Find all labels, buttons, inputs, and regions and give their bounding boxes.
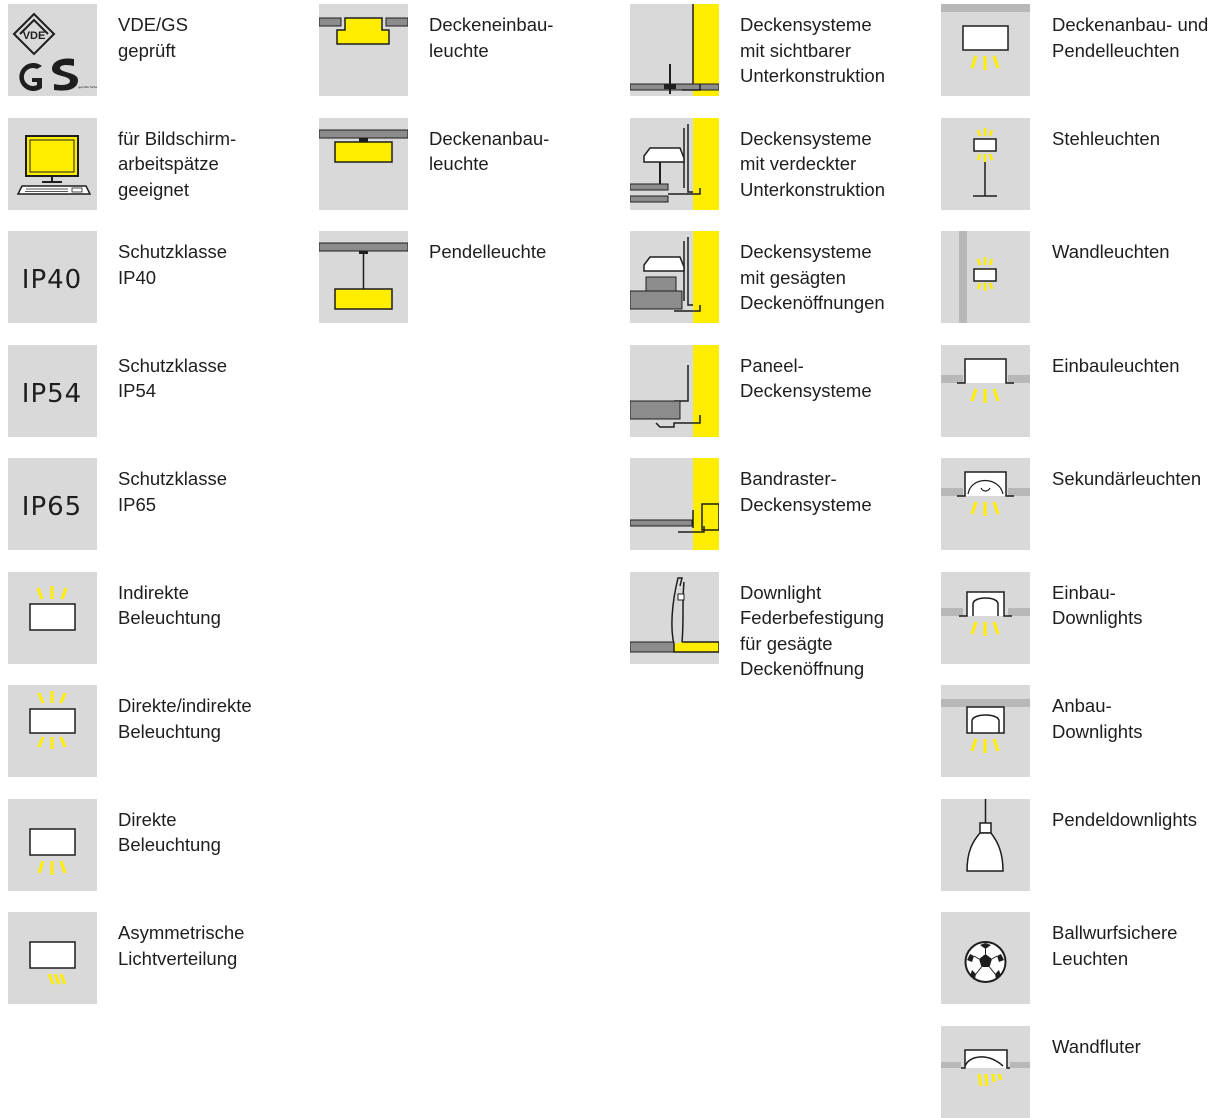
ip-code-text: IP40 <box>22 265 82 295</box>
panel-ceiling-icon <box>630 344 719 437</box>
legend-item-label: Schutzklasse IP54 <box>118 354 227 402</box>
legend-item: Downlight Federbefestigung für gesägte D… <box>630 571 930 679</box>
legend-item-label: Indirekte Beleuchtung <box>118 581 221 629</box>
legend-item-label: Deckensysteme mit sichtbarer Unterkonstr… <box>740 14 885 86</box>
legend-item-label: Sekundärleuchten <box>1052 468 1202 489</box>
ip54-icon: IP54 <box>8 344 97 437</box>
legend-item-label: Einbauleuchten <box>1052 354 1180 376</box>
surface-downlight-icon <box>941 685 1030 777</box>
sawn-opening-ceiling-icon <box>630 231 719 323</box>
legend-item-label: Ballwurfsichere Leuchten <box>1052 922 1178 969</box>
legend-item: Direkte Beleuchtung <box>8 798 308 891</box>
legend-item: VDE geprüfte Sicherheit VDE/GS geprüft <box>8 4 308 96</box>
recessed-downlight-icon <box>941 571 1030 664</box>
band-grid-ceiling-icon <box>630 458 719 550</box>
downlight-spring-mount-icon <box>630 571 719 664</box>
legend-item: für Bildschirm- arbeitspätze geeignet <box>8 117 308 210</box>
legend-item-label: Deckensysteme mit verdeckter Unterkonstr… <box>740 127 885 200</box>
legend-item: IP40 Schutzklasse IP40 <box>8 231 308 323</box>
legend-item-label: Paneel- Deckensysteme <box>740 354 872 402</box>
svg-text:VDE: VDE <box>23 30 46 42</box>
visible-grid-ceiling-icon <box>630 4 719 96</box>
screen-workplace-icon <box>8 117 97 210</box>
legend-item-label: Wandleuchten <box>1052 241 1170 262</box>
legend-item: Deckensysteme mit gesägten Deckenöffnung… <box>630 231 930 323</box>
legend-item: Deckensysteme mit verdeckter Unterkonstr… <box>630 117 930 210</box>
legend-item: Ballwurfsichere Leuchten <box>941 912 1232 1004</box>
legend-item: Deckenanbau- leuchte <box>319 117 619 210</box>
legend-item: Pendelleuchte <box>319 231 619 323</box>
legend-item: Deckenanbau- und Pendelleuchten <box>941 4 1232 96</box>
wall-luminaire-icon <box>941 231 1030 323</box>
legend-item-label: Stehleuchten <box>1052 127 1161 149</box>
legend-item-label: Einbau- Downlights <box>1052 581 1143 629</box>
svg-text:geprüfte Sicherheit: geprüfte Sicherheit <box>78 85 97 89</box>
surface-ceiling-luminaire-icon <box>319 117 408 210</box>
legend-item-label: Anbau- Downlights <box>1052 695 1143 742</box>
legend-item: IP54 Schutzklasse IP54 <box>8 344 308 437</box>
legend-item: Deckensysteme mit sichtbarer Unterkonstr… <box>630 4 930 96</box>
direct-indirect-lighting-icon <box>8 685 97 777</box>
legend-item-label: Deckenanbau- und Pendelleuchten <box>1052 14 1209 61</box>
ball-proof-icon <box>941 912 1030 1004</box>
wall-washer-icon <box>941 1025 1030 1118</box>
legend-item-label: Asymmetrische Lichtverteilung <box>118 922 245 969</box>
pendant-luminaire-icon <box>319 231 408 323</box>
concealed-grid-ceiling-icon <box>630 117 719 210</box>
ip-code-text: IP65 <box>22 492 82 522</box>
asymmetric-light-icon <box>8 912 97 1004</box>
legend-item: IP65 Schutzklasse IP65 <box>8 458 308 550</box>
ip40-icon: IP40 <box>8 231 97 323</box>
legend-item-label: Direkte/indirekte Beleuchtung <box>118 695 252 742</box>
legend-item-label: Downlight Federbefestigung für gesägte D… <box>740 581 884 680</box>
recessed-ceiling-luminaire-icon <box>319 4 408 96</box>
legend-item: Paneel- Deckensysteme <box>630 344 930 437</box>
ip-code-text: IP54 <box>22 379 82 409</box>
legend-item: Indirekte Beleuchtung <box>8 571 308 664</box>
indirect-lighting-icon <box>8 571 97 664</box>
legend-item-label: VDE/GS geprüft <box>118 14 188 61</box>
ceiling-pendant-luminaires-icon <box>941 4 1030 96</box>
legend-item: Asymmetrische Lichtverteilung <box>8 912 308 1004</box>
legend-item-label: Wandfluter <box>1052 1035 1141 1057</box>
legend-item-label: Deckeneinbau- leuchte <box>429 14 554 61</box>
legend-item: Sekundärleuchten <box>941 458 1232 550</box>
secondary-luminaire-icon <box>941 458 1030 550</box>
legend-item-label: für Bildschirm- arbeitspätze geeignet <box>118 127 237 200</box>
recessed-luminaire-icon <box>941 344 1030 437</box>
floor-lamp-icon <box>941 117 1030 210</box>
legend-item: Pendeldownlights <box>941 798 1232 891</box>
pendant-downlight-icon <box>941 798 1030 891</box>
legend-item-label: Deckensysteme mit gesägten Deckenöffnung… <box>740 241 885 313</box>
legend-item: Einbauleuchten <box>941 344 1232 437</box>
legend-item-label: Direkte Beleuchtung <box>118 808 221 856</box>
legend-item: Stehleuchten <box>941 117 1232 210</box>
ip65-icon: IP65 <box>8 458 97 550</box>
legend-item: Direkte/indirekte Beleuchtung <box>8 685 308 777</box>
legend-item-label: Schutzklasse IP40 <box>118 241 227 288</box>
legend-item-label: Bandraster- Deckensysteme <box>740 468 872 515</box>
legend-item: Wandfluter <box>941 1025 1232 1118</box>
legend-item-label: Deckenanbau- leuchte <box>429 127 550 175</box>
vde-gs-certification-icon: VDE geprüfte Sicherheit <box>8 4 97 96</box>
legend-item: Wandleuchten <box>941 231 1232 323</box>
legend-item: Deckeneinbau- leuchte <box>319 4 619 96</box>
direct-lighting-icon <box>8 798 97 891</box>
legend-item: Bandraster- Deckensysteme <box>630 458 930 550</box>
legend-item-label: Schutzklasse IP65 <box>118 468 227 515</box>
legend-item: Einbau- Downlights <box>941 571 1232 664</box>
legend-item: Anbau- Downlights <box>941 685 1232 777</box>
legend-item-label: Pendeldownlights <box>1052 808 1198 830</box>
legend-item-label: Pendelleuchte <box>429 241 547 262</box>
